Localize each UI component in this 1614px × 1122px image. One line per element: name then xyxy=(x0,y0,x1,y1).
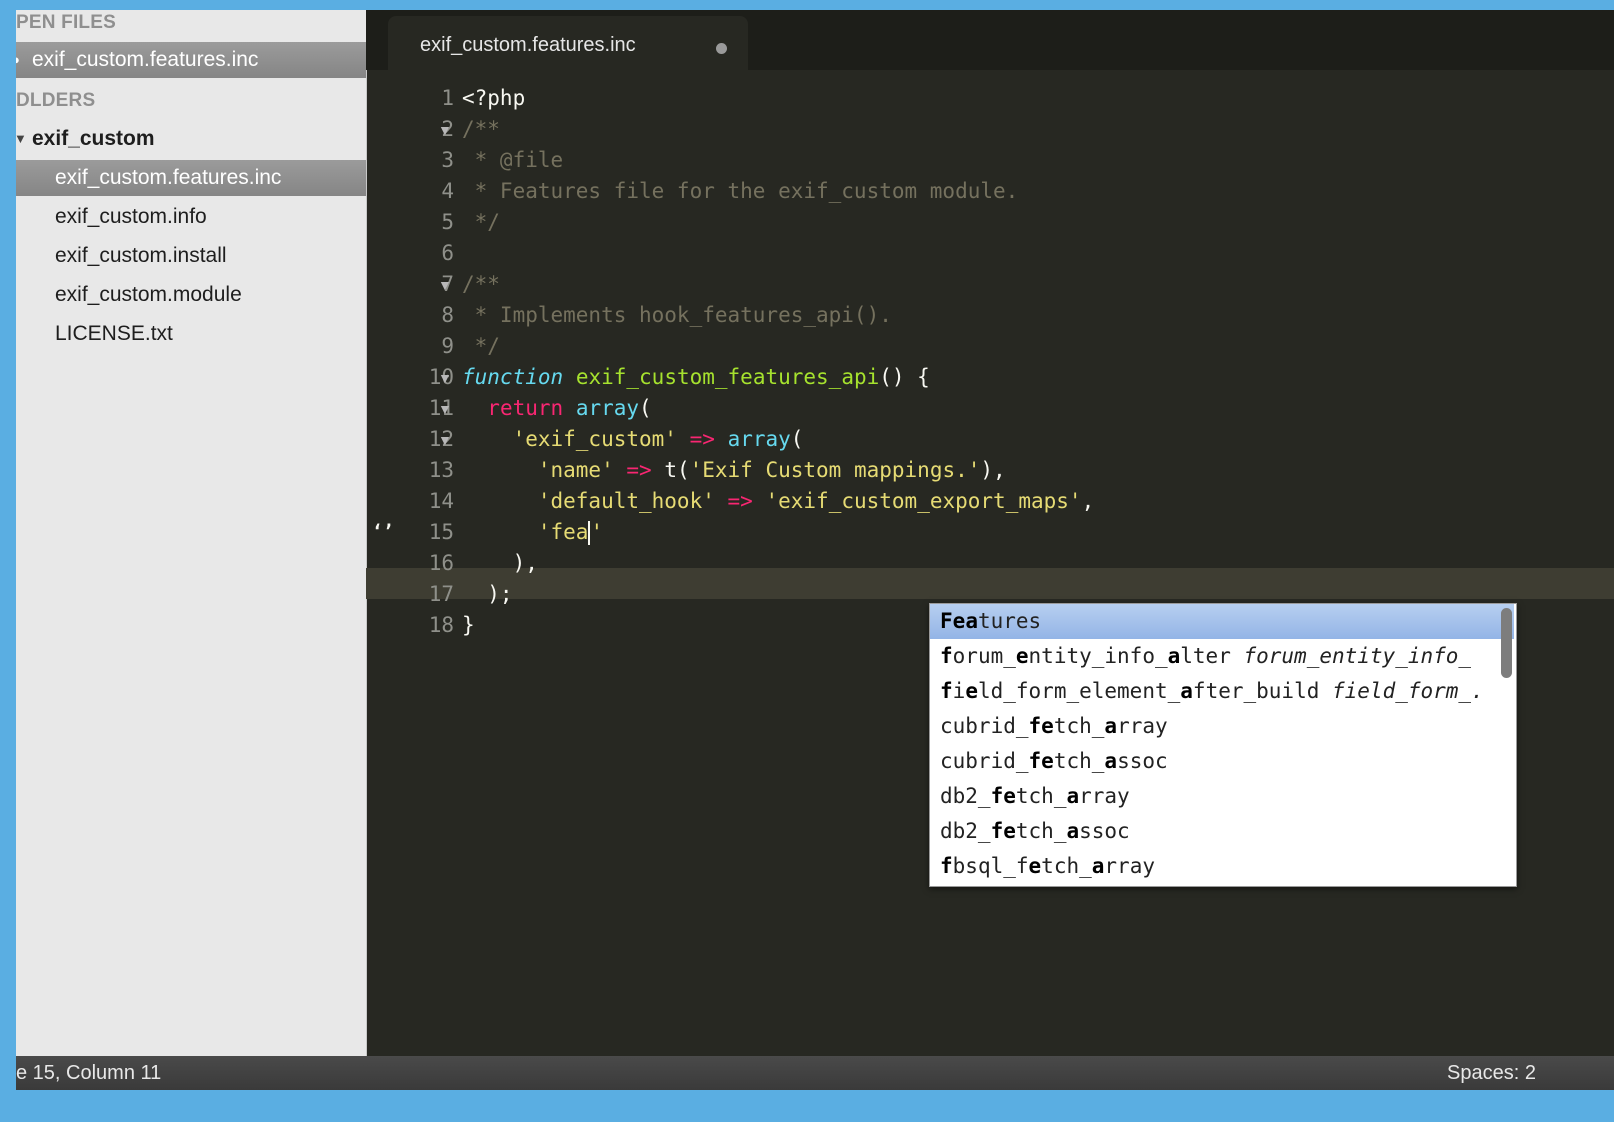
code-line: 'name' => t('Exif Custom mappings.'), xyxy=(537,458,1006,482)
code-line: return array( xyxy=(487,396,652,420)
current-line-highlight xyxy=(366,568,1614,599)
file-label: exif_custom.module xyxy=(55,283,242,306)
fold-arrow-icon[interactable]: ▼ xyxy=(438,122,452,138)
code-line: ); xyxy=(462,582,513,606)
line-number: 6 xyxy=(441,241,454,265)
code-line: */ xyxy=(462,334,500,358)
autocomplete-item[interactable]: fbsql_fetch_array xyxy=(930,849,1514,884)
folder-label: exif_custom xyxy=(32,127,155,150)
dirty-dot-icon[interactable] xyxy=(716,43,727,54)
line-number: 1 xyxy=(441,86,454,110)
line-number: 4 xyxy=(441,179,454,203)
folders-header: DLDERS xyxy=(16,90,96,111)
code-line: /** xyxy=(462,117,500,141)
file-label: exif_custom.install xyxy=(55,244,227,267)
open-file-item[interactable]: ● exif_custom.features.inc xyxy=(16,42,366,78)
bookmark-icon: ‘’ xyxy=(372,521,394,542)
code-line: <?php xyxy=(462,86,526,110)
code-line: * Implements hook_features_api(). xyxy=(462,303,892,327)
fold-arrow-icon[interactable]: ▼ xyxy=(438,432,452,448)
line-number: 17 xyxy=(428,582,454,606)
sidebar: PEN FILES ● exif_custom.features.inc DLD… xyxy=(16,10,367,1056)
sidebar-file-features-inc[interactable]: exif_custom.features.inc xyxy=(16,160,366,196)
close-icon[interactable]: ● xyxy=(16,42,20,78)
line-number: 3 xyxy=(441,148,454,172)
line-number: 14 xyxy=(428,489,454,513)
fold-arrow-icon[interactable]: ▼ xyxy=(438,277,452,293)
code-line: function exif_custom_features_api() { xyxy=(462,365,930,389)
sublime-window: PEN FILES ● exif_custom.features.inc DLD… xyxy=(16,10,1614,1090)
fold-arrow-icon[interactable]: ▼ xyxy=(438,401,452,417)
cursor-position: e 15, Column 11 xyxy=(16,1062,162,1084)
status-bar: e 15, Column 11 Spaces: 2 xyxy=(16,1056,1614,1090)
open-file-label: exif_custom.features.inc xyxy=(32,48,259,71)
file-label: exif_custom.info xyxy=(55,205,207,228)
sidebar-file-install[interactable]: exif_custom.install xyxy=(16,238,366,274)
line-number: 9 xyxy=(441,334,454,358)
sidebar-file-license[interactable]: LICENSE.txt xyxy=(16,316,366,352)
line-number: 5 xyxy=(441,210,454,234)
code-line: /** xyxy=(462,272,500,296)
tab-title: exif_custom.features.inc xyxy=(420,34,636,56)
tab-bar: exif_custom.features.inc xyxy=(366,10,1614,70)
code-line: 'default_hook' => 'exif_custom_export_ma… xyxy=(537,489,1095,513)
sidebar-file-module[interactable]: exif_custom.module xyxy=(16,277,366,313)
code-line: ), xyxy=(462,551,538,575)
autocomplete-item[interactable]: Features xyxy=(930,604,1514,639)
code-line: * @file xyxy=(462,148,564,172)
indentation-setting[interactable]: Spaces: 2 xyxy=(1447,1062,1536,1085)
file-label: LICENSE.txt xyxy=(55,322,173,345)
code-line: 'fea' xyxy=(537,520,604,545)
line-number: 16 xyxy=(428,551,454,575)
code-editor[interactable]: 1 2 3 4 5 6 7 8 9 10 11 12 13 14 15 16 1… xyxy=(366,70,1614,1056)
disclosure-triangle-icon[interactable]: ▼ xyxy=(16,121,27,157)
fold-arrow-icon[interactable]: ▼ xyxy=(438,370,452,386)
autocomplete-item[interactable]: cubrid_fetch_assoc xyxy=(930,744,1514,779)
autocomplete-item[interactable]: cubrid_fetch_array xyxy=(930,709,1514,744)
line-number: 13 xyxy=(428,458,454,482)
code-line: 'exif_custom' => array( xyxy=(512,427,804,451)
code-line: } xyxy=(462,613,475,637)
code-line: */ xyxy=(462,210,500,234)
autocomplete-popup[interactable]: Features forum_entity_info_alter forum_e… xyxy=(929,603,1517,887)
sidebar-file-info[interactable]: exif_custom.info xyxy=(16,199,366,235)
autocomplete-item[interactable]: db2_fetch_array xyxy=(930,779,1514,814)
open-files-header: PEN FILES xyxy=(16,12,116,33)
file-label: exif_custom.features.inc xyxy=(55,166,282,189)
tab-features-inc[interactable]: exif_custom.features.inc xyxy=(388,16,748,70)
line-number: 18 xyxy=(428,613,454,637)
folder-exif-custom[interactable]: ▼ exif_custom xyxy=(16,121,366,157)
line-number: 8 xyxy=(441,303,454,327)
scrollbar-thumb[interactable] xyxy=(1501,608,1512,678)
autocomplete-item[interactable]: field_form_element_after_build field_for… xyxy=(930,674,1514,709)
text-caret xyxy=(588,521,591,545)
code-line: * Features file for the exif_custom modu… xyxy=(462,179,1019,203)
autocomplete-item[interactable]: db2_fetch_assoc xyxy=(930,814,1514,849)
autocomplete-item[interactable]: forum_entity_info_alter forum_entity_inf… xyxy=(930,639,1514,674)
